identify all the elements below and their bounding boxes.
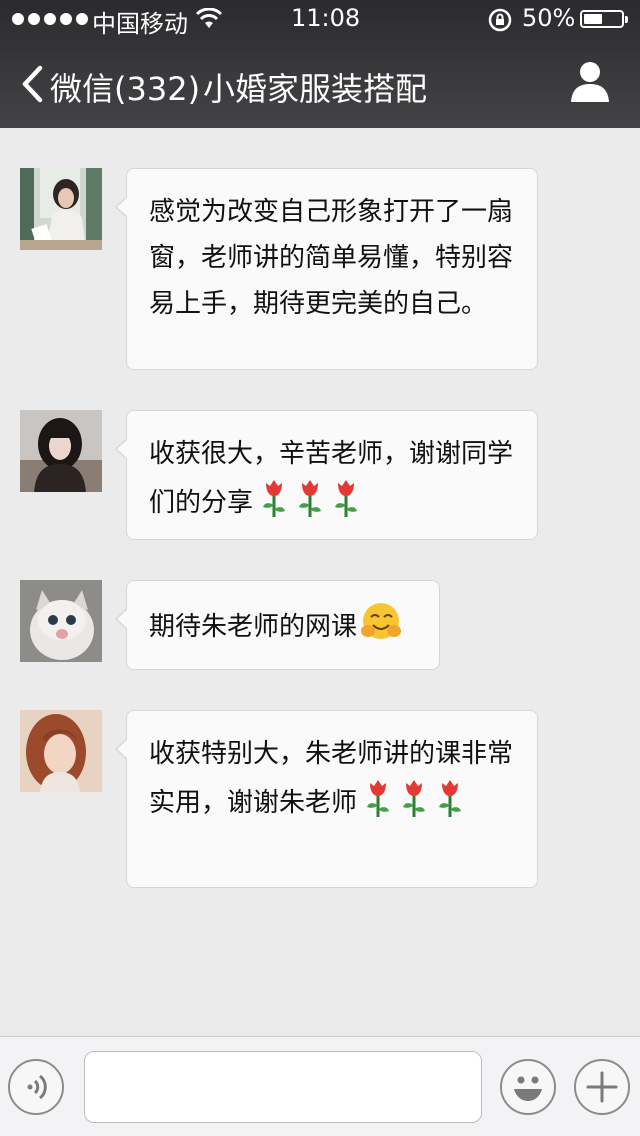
wifi-icon (195, 7, 223, 36)
message-input[interactable] (84, 1051, 482, 1123)
avatar[interactable] (20, 168, 102, 250)
status-bar: 中国移动 11:08 50% (0, 0, 640, 40)
avatar[interactable] (20, 410, 102, 492)
hug-emoji-icon (359, 601, 403, 656)
navigation-bar: 微信(332) 小婚家服装搭配 (0, 40, 640, 128)
rose-icon (435, 777, 465, 832)
carrier-name: 中国移动 (92, 10, 188, 38)
rose-icon (399, 777, 429, 832)
signal-strength-icon (12, 13, 88, 25)
voice-icon (27, 1074, 47, 1100)
voice-input-button[interactable] (8, 1059, 64, 1115)
back-chevron-icon[interactable] (20, 64, 44, 108)
plus-icon (586, 1071, 618, 1103)
message-bubble[interactable]: 收获很大，辛苦老师，谢谢同学们的分享 (115, 410, 538, 540)
message-bubble[interactable]: 感觉为改变自己形象打开了一扇窗，老师讲的简单易懂，特别容易上手，期待更完美的自己… (115, 168, 538, 370)
rose-icon (295, 477, 325, 532)
rose-icon (259, 477, 289, 532)
chat-message-list[interactable]: 感觉为改变自己形象打开了一扇窗，老师讲的简单易懂，特别容易上手，期待更完美的自己… (0, 128, 640, 1036)
clock: 11:08 (291, 4, 361, 32)
smiley-icon (514, 1076, 542, 1101)
message-text: 感觉为改变自己形象打开了一扇窗，老师讲的简单易懂，特别容易上手，期待更完美的自己… (149, 197, 514, 319)
avatar[interactable] (20, 580, 102, 662)
top-bar: 中国移动 11:08 50% 微信(332) 小婚家服装搭配 (0, 0, 640, 128)
back-button[interactable]: 微信(332) (50, 64, 200, 110)
rose-icon (363, 777, 393, 832)
battery-percent: 50% (522, 4, 576, 32)
emoji-button[interactable] (500, 1059, 556, 1115)
chat-info-person-icon[interactable] (570, 60, 610, 106)
message-text: 期待朱老师的网课 (149, 612, 358, 642)
page-title: 小婚家服装搭配 (203, 70, 428, 108)
message-bubble[interactable]: 收获特别大，朱老师讲的课非常实用，谢谢朱老师 (115, 710, 538, 888)
message-bubble[interactable]: 期待朱老师的网课 (115, 580, 440, 670)
rotation-lock-icon (488, 8, 512, 38)
input-toolbar (0, 1036, 640, 1136)
rose-icon (331, 477, 361, 532)
battery-icon (580, 10, 628, 28)
more-options-button[interactable] (574, 1059, 630, 1115)
avatar[interactable] (20, 710, 102, 792)
